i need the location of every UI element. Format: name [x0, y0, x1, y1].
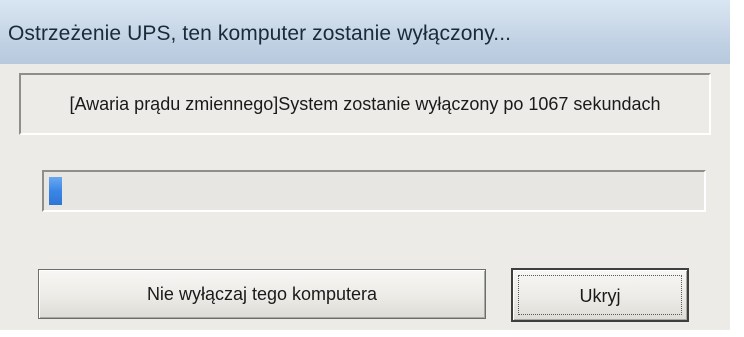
window-title: Ostrzeżenie UPS, ten komputer zostanie w… — [8, 22, 512, 45]
progress-fill — [49, 177, 62, 205]
hide-label: Ukryj — [579, 286, 621, 306]
message-panel: [Awaria prądu zmiennego]System zostanie … — [19, 73, 711, 135]
shutdown-progress-bar — [42, 170, 706, 212]
do-not-shutdown-button[interactable]: Nie wyłączaj tego komputera — [38, 269, 486, 319]
shutdown-message: [Awaria prądu zmiennego]System zostanie … — [69, 94, 661, 114]
hide-button[interactable]: Ukryj — [511, 268, 689, 322]
do-not-shutdown-label: Nie wyłączaj tego komputera — [146, 284, 378, 304]
dialog-body: [Awaria prądu zmiennego]System zostanie … — [0, 64, 730, 330]
ups-warning-dialog: Ostrzeżenie UPS, ten komputer zostanie w… — [0, 0, 730, 330]
title-bar[interactable]: Ostrzeżenie UPS, ten komputer zostanie w… — [0, 0, 730, 64]
